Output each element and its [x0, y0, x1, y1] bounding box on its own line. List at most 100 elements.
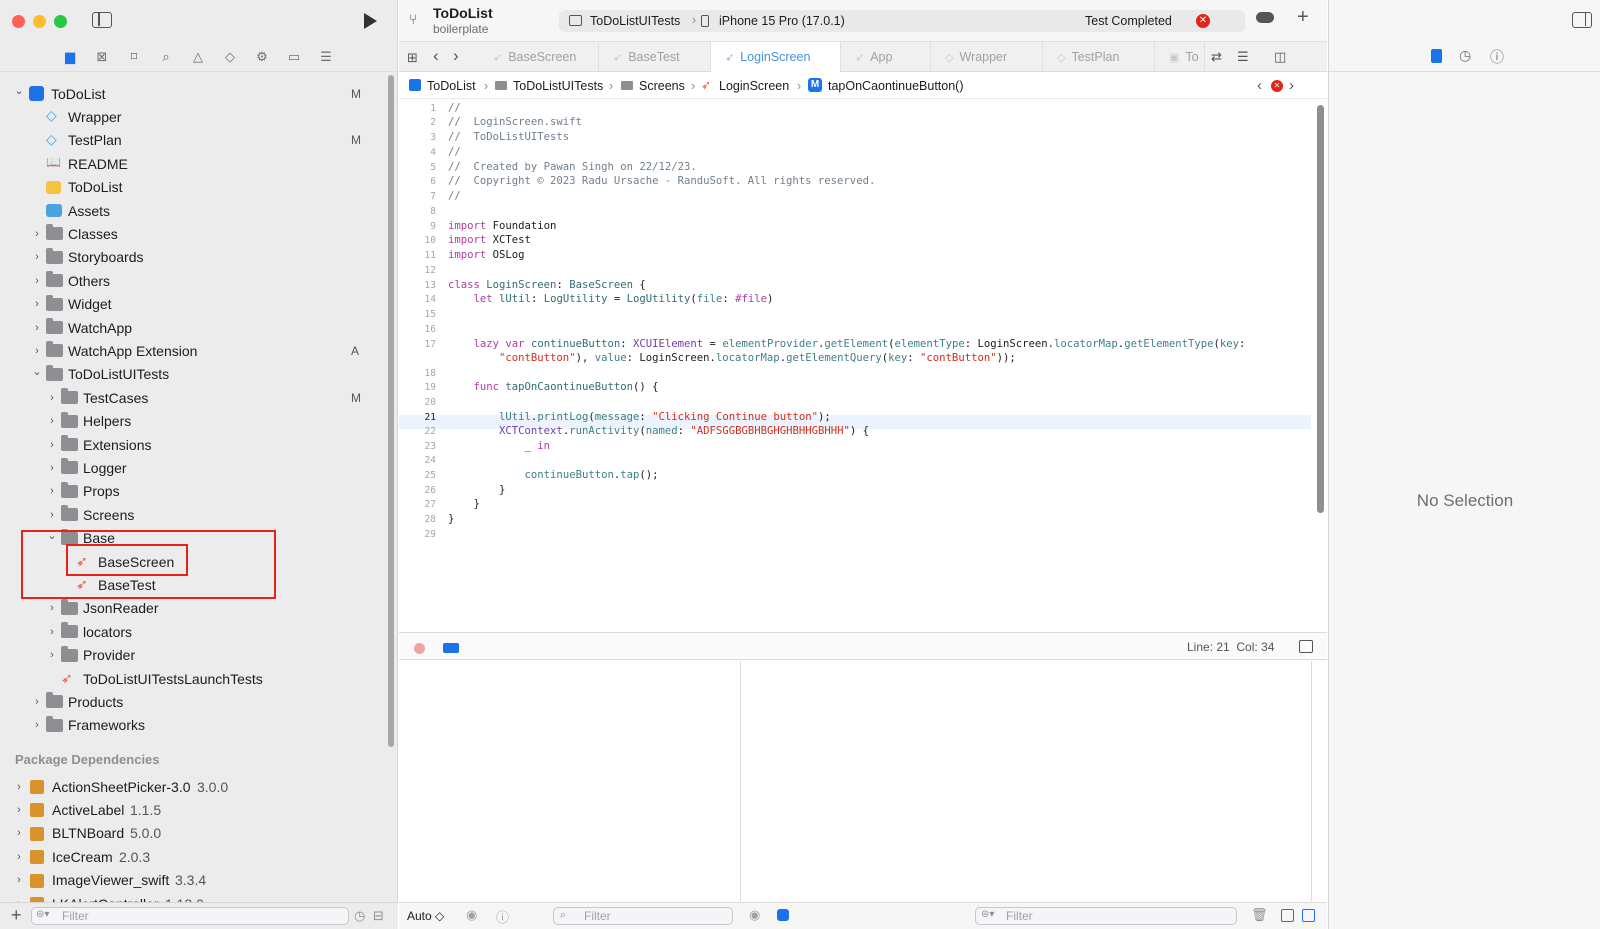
run-icon[interactable] — [364, 13, 377, 29]
source-editor[interactable]: 1 2 3 4 5 6 7 8 9 10 11 12 13 14 15 16 17 18 19 20 21 22 23 24 2… — [399, 101, 1311, 629]
navigator-item-todolistuitestslaunchtests[interactable]: ➶ ToDoListUITestsLaunchTests — [0, 667, 385, 690]
chevron-right-icon[interactable]: › — [47, 602, 57, 614]
chevron-right-icon[interactable]: › — [47, 462, 57, 474]
navigator-item-testcases[interactable]: › TestCases M — [0, 386, 385, 409]
filter-changed-icon[interactable]: ⊟ — [373, 908, 384, 924]
back-icon[interactable]: ‹ — [433, 46, 439, 66]
jumpbar-group[interactable]: ToDoListUITests — [513, 79, 603, 93]
jumpbar-file[interactable]: LoginScreen — [719, 79, 789, 93]
forward-icon[interactable]: › — [453, 46, 459, 66]
navigator-item-frameworks[interactable]: › Frameworks — [0, 714, 385, 737]
tab-todolist[interactable]: ▣ To — [1155, 42, 1205, 72]
navigator-item-logger[interactable]: › Logger — [0, 456, 385, 479]
navigator-item-watchapp[interactable]: › WatchApp — [0, 316, 385, 339]
navigator-item-products[interactable]: › Products — [0, 690, 385, 713]
cloud-icon[interactable] — [1256, 12, 1274, 23]
close-window-button[interactable] — [12, 15, 25, 28]
navigator-item-watchapp-extension[interactable]: › WatchApp Extension A — [0, 339, 385, 362]
chevron-down-icon[interactable]: ⌄ — [14, 84, 24, 97]
navigator-item-widget[interactable]: › Widget — [0, 293, 385, 316]
variables-scope-select[interactable]: Auto ◇ — [407, 909, 444, 923]
console-view[interactable] — [742, 661, 1312, 901]
chevron-right-icon[interactable]: › — [14, 851, 24, 863]
next-issue-icon[interactable]: › — [1289, 77, 1294, 94]
scheme-selector[interactable]: ToDoListUITests — [590, 14, 680, 28]
navigator-item-todolist[interactable]: ⌄ ToDoList M — [0, 82, 385, 105]
hide-debug-area-icon[interactable] — [1299, 640, 1313, 653]
chevron-right-icon[interactable]: › — [47, 415, 57, 427]
recent-files-icon[interactable]: ◷ — [354, 908, 365, 924]
navigator-item-extensions[interactable]: › Extensions — [0, 433, 385, 456]
report-icon[interactable]: ☰ — [318, 49, 334, 65]
warning-icon[interactable]: △ — [190, 49, 206, 65]
editor-options-icon[interactable]: ☰ — [1237, 49, 1249, 65]
split-editor-icon[interactable]: ◫ — [1274, 49, 1286, 65]
eye-icon[interactable]: ◉ — [749, 907, 760, 923]
editor-scrollbar[interactable] — [1317, 105, 1324, 513]
chevron-right-icon[interactable]: › — [47, 626, 57, 638]
source-control-icon[interactable]: ⊠ — [94, 49, 110, 65]
chevron-right-icon[interactable]: › — [47, 649, 57, 661]
navigator-item-others[interactable]: › Others — [0, 269, 385, 292]
chevron-right-icon[interactable]: › — [32, 322, 42, 334]
console-filter-input[interactable]: Filter — [975, 907, 1237, 925]
chevron-right-icon[interactable]: › — [14, 874, 24, 886]
tab-loginscreen[interactable]: ➶ LoginScreen — [711, 42, 841, 72]
jumpbar-symbol[interactable]: tapOnCaontinueButton() — [828, 79, 964, 93]
navigator-item-helpers[interactable]: › Helpers — [0, 410, 385, 433]
breakpoints-active-icon[interactable] — [443, 643, 459, 653]
navigator-item-screens[interactable]: › Screens — [0, 503, 385, 526]
tab-wrapper[interactable]: ◇ Wrapper — [931, 42, 1043, 72]
jumpbar-folder[interactable]: Screens — [639, 79, 685, 93]
navigator-item-jsonreader[interactable]: › JsonReader — [0, 597, 385, 620]
chevron-right-icon[interactable]: › — [32, 345, 42, 357]
package-item[interactable]: › BLTNBoard 5.0.0 — [0, 822, 385, 845]
show-console-icon[interactable] — [1302, 909, 1315, 922]
navigator-item-props[interactable]: › Props — [0, 480, 385, 503]
error-icon[interactable]: ✕ — [1196, 14, 1210, 28]
swap-icon[interactable]: ⇄ — [1211, 49, 1222, 65]
chevron-right-icon[interactable]: › — [14, 804, 24, 816]
navigator-item-wrapper[interactable]: ◇ Wrapper — [0, 105, 385, 128]
show-variables-icon[interactable] — [1281, 909, 1294, 922]
navigator-item-provider[interactable]: › Provider — [0, 644, 385, 667]
tab-testplan[interactable]: ◇ TestPlan — [1043, 42, 1155, 72]
chevron-right-icon[interactable]: › — [47, 509, 57, 521]
chevron-right-icon[interactable]: › — [32, 275, 42, 287]
navigator-item-todolistuitests[interactable]: ⌄ ToDoListUITests — [0, 363, 385, 386]
device-selector[interactable]: iPhone 15 Pro (17.0.1) — [719, 14, 845, 28]
add-tab-icon[interactable]: + — [1297, 6, 1309, 29]
history-icon[interactable]: ◷ — [1459, 47, 1471, 64]
jumpbar-project[interactable]: ToDoList — [427, 79, 476, 93]
breakpoint-icon[interactable]: ▭ — [286, 49, 302, 65]
chevron-right-icon[interactable]: › — [32, 298, 42, 310]
chevron-right-icon[interactable]: › — [14, 827, 24, 839]
chevron-right-icon[interactable]: › — [32, 719, 42, 731]
chevron-down-icon[interactable]: ⌄ — [32, 365, 42, 378]
breakpoint-toggle-icon[interactable] — [414, 643, 425, 654]
chevron-right-icon[interactable]: › — [32, 251, 42, 263]
chevron-right-icon[interactable]: › — [47, 392, 57, 404]
navigator-scrollbar[interactable] — [388, 75, 394, 747]
variables-filter-input[interactable]: Filter — [553, 907, 733, 925]
add-icon[interactable]: + — [11, 905, 22, 926]
chevron-right-icon[interactable]: › — [47, 485, 57, 497]
package-item[interactable]: › ActiveLabel 1.1.5 — [0, 798, 385, 821]
navigator-item-todolist[interactable]: ToDoList — [0, 176, 385, 199]
navigator-filter-input[interactable]: Filter — [31, 907, 349, 925]
help-icon[interactable]: ⓘ — [1490, 47, 1504, 67]
project-title[interactable]: ToDoList — [433, 5, 493, 21]
navigator-item-assets[interactable]: Assets — [0, 199, 385, 222]
file-inspector-icon[interactable] — [1431, 49, 1442, 63]
tab-app[interactable]: ➶ App — [841, 42, 931, 72]
grid-icon[interactable]: ⊞ — [407, 50, 418, 66]
bookmark-icon[interactable]: ⌑ — [126, 49, 142, 65]
sidebar-toggle-icon[interactable] — [92, 12, 112, 28]
folder-icon[interactable]: ▆ — [62, 49, 78, 65]
chevron-right-icon[interactable]: › — [32, 228, 42, 240]
package-item[interactable]: › IceCream 2.0.3 — [0, 845, 385, 868]
inspector-toggle-icon[interactable] — [1572, 12, 1592, 28]
issue-error-icon[interactable]: ✕ — [1271, 80, 1283, 92]
chevron-right-icon[interactable]: › — [32, 696, 42, 708]
minimize-window-button[interactable] — [33, 15, 46, 28]
